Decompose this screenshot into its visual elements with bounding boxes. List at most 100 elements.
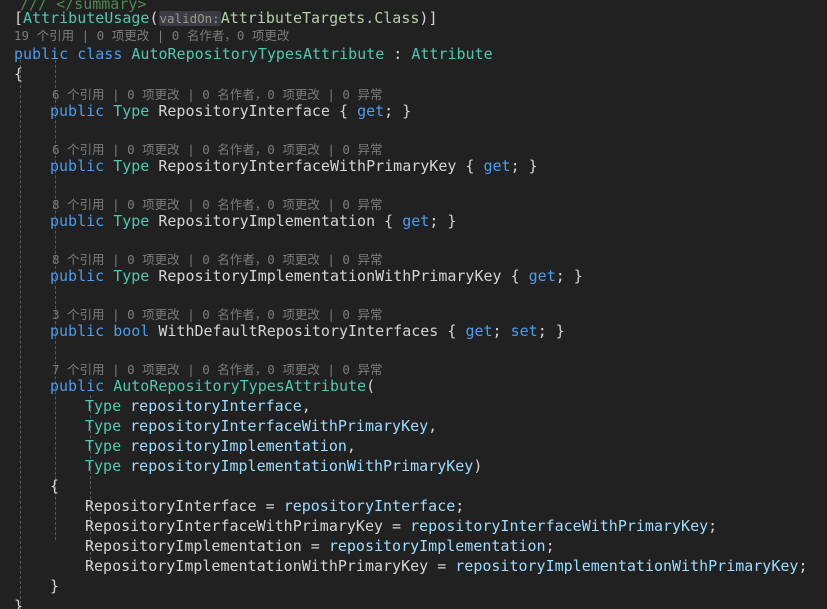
accessor-close-brace: }: [555, 322, 565, 340]
property-type: Type: [113, 157, 150, 175]
parameter-type: Type: [85, 457, 122, 475]
code-line-property-repository-interface[interactable]: public Type RepositoryInterface { get; }: [50, 101, 411, 121]
accessor-open-brace: {: [384, 212, 394, 230]
assignment-operator: =: [301, 537, 329, 555]
code-line-constructor-parameter[interactable]: Type repositoryImplementation,: [85, 436, 356, 456]
code-line-assignment[interactable]: RepositoryImplementationWithPrimaryKey =…: [85, 556, 807, 576]
parameter-trailing: ,: [301, 397, 311, 415]
property-type: Type: [113, 212, 150, 230]
assignment-value: repositoryInterfaceWithPrimaryKey: [410, 517, 709, 535]
property-name: RepositoryInterface: [158, 102, 330, 120]
attribute-argument: AttributeTargets.Class: [220, 9, 420, 27]
code-line-property-repository-implementation[interactable]: public Type RepositoryImplementation { g…: [50, 211, 456, 231]
accessor-open-brace: {: [465, 157, 475, 175]
property-name: RepositoryImplementation: [158, 212, 376, 230]
parameter-type: Type: [85, 417, 122, 435]
assignment-target: RepositoryImplementation: [85, 537, 302, 555]
code-line-property-repository-implementation-with-primary-key[interactable]: public Type RepositoryImplementationWith…: [50, 266, 583, 286]
class-base-type: Attribute: [411, 45, 493, 63]
attribute-open-paren: (: [149, 9, 159, 27]
code-line-constructor-parameter[interactable]: Type repositoryInterface,: [85, 396, 311, 416]
code-line-constructor-parameter[interactable]: Type repositoryInterfaceWithPrimaryKey,: [85, 416, 437, 436]
accessor-get: get: [528, 267, 556, 285]
code-line-class-close-brace[interactable]: }: [14, 596, 23, 609]
accessor-get-semicolon: ;: [510, 157, 520, 175]
property-modifier: public: [50, 322, 105, 340]
parameter-trailing: ,: [428, 417, 438, 435]
assignment-semicolon: ;: [708, 517, 718, 535]
property-modifier: public: [50, 157, 105, 175]
parameter-type: Type: [85, 397, 122, 415]
property-modifier: public: [50, 212, 105, 230]
property-type: Type: [113, 267, 150, 285]
assignment-target: RepositoryInterface: [85, 497, 257, 515]
accessor-close-brace: }: [528, 157, 538, 175]
parameter-name: repositoryInterfaceWithPrimaryKey: [130, 417, 429, 435]
accessor-open-brace: {: [339, 102, 349, 120]
assignment-target: RepositoryInterfaceWithPrimaryKey: [85, 517, 384, 535]
parameter-name: repositoryInterface: [130, 397, 302, 415]
code-line-assignment[interactable]: RepositoryInterfaceWithPrimaryKey = repo…: [85, 516, 717, 536]
parameter-name: repositoryImplementation: [130, 437, 347, 455]
parameter-type: Type: [85, 437, 122, 455]
property-name: RepositoryImplementationWithPrimaryKey: [158, 267, 502, 285]
attribute-open-bracket: [: [14, 9, 24, 27]
code-editor-viewport[interactable]: /// </summary> [AttributeUsage(validOn:A…: [0, 0, 827, 609]
attribute-name: AttributeUsage: [23, 9, 150, 27]
parameter-trailing: ,: [346, 437, 356, 455]
code-line-class-open-brace[interactable]: {: [14, 64, 23, 84]
class-keyword: class: [77, 45, 123, 63]
class-open-brace: {: [14, 65, 24, 83]
assignment-operator: =: [383, 517, 411, 535]
class-colon: :: [384, 45, 412, 63]
assignment-semicolon: ;: [545, 537, 555, 555]
property-modifier: public: [50, 267, 105, 285]
property-modifier: public: [50, 102, 105, 120]
constructor-open-paren: (: [366, 377, 376, 395]
code-line-constructor-open-brace[interactable]: {: [50, 476, 59, 496]
code-line-assignment[interactable]: RepositoryInterface = repositoryInterfac…: [85, 496, 464, 516]
accessor-get-semicolon: ;: [384, 102, 394, 120]
code-line-assignment[interactable]: RepositoryImplementation = repositoryImp…: [85, 536, 555, 556]
assignment-value: repositoryInterface: [283, 497, 456, 515]
property-name: RepositoryInterfaceWithPrimaryKey: [158, 157, 457, 175]
parameter-name: repositoryImplementationWithPrimaryKey: [130, 457, 474, 475]
code-line-class-declaration[interactable]: public class AutoRepositoryTypesAttribut…: [14, 44, 493, 64]
code-line-constructor-signature[interactable]: public AutoRepositoryTypesAttribute(: [50, 376, 375, 396]
assignment-target: RepositoryImplementationWithPrimaryKey: [85, 557, 429, 575]
assignment-semicolon: ;: [798, 557, 808, 575]
accessor-get-semicolon: ;: [492, 322, 502, 340]
constructor-name: AutoRepositoryTypesAttribute: [113, 377, 367, 395]
class-modifier: public: [14, 45, 69, 63]
assignment-operator: =: [256, 497, 284, 515]
code-text-layer: /// </summary> [AttributeUsage(validOn:A…: [0, 0, 827, 609]
constructor-modifier: public: [50, 377, 105, 395]
accessor-open-brace: {: [447, 322, 457, 340]
accessor-close-brace: }: [447, 212, 457, 230]
accessor-close-brace: }: [573, 267, 583, 285]
property-type: bool: [113, 322, 150, 340]
code-line-constructor-parameter[interactable]: Type repositoryImplementationWithPrimary…: [85, 456, 482, 476]
code-line-attribute[interactable]: [AttributeUsage(validOn:AttributeTargets…: [14, 8, 437, 28]
assignment-operator: =: [428, 557, 456, 575]
accessor-get: get: [357, 102, 385, 120]
accessor-get: get: [465, 322, 493, 340]
code-line-constructor-close-brace[interactable]: }: [50, 576, 59, 596]
class-close-brace: }: [14, 597, 24, 609]
assignment-semicolon: ;: [455, 497, 465, 515]
accessor-set-semicolon: ;: [537, 322, 547, 340]
property-name: WithDefaultRepositoryInterfaces: [158, 322, 439, 340]
assignment-value: repositoryImplementationWithPrimaryKey: [455, 557, 799, 575]
codelens-class[interactable]: 19 个引用 | 0 项更改 | 0 名作者，0 项更改: [14, 27, 289, 45]
class-name: AutoRepositoryTypesAttribute: [131, 45, 385, 63]
constructor-close-brace: }: [50, 577, 60, 595]
inlay-hint-validon[interactable]: validOn:: [158, 11, 221, 26]
accessor-get-semicolon: ;: [429, 212, 439, 230]
attribute-close-bracket: ]: [428, 9, 438, 27]
code-line-property-repository-interface-with-primary-key[interactable]: public Type RepositoryInterfaceWithPrima…: [50, 156, 538, 176]
accessor-get: get: [402, 212, 430, 230]
accessor-get-semicolon: ;: [555, 267, 565, 285]
code-line-property-with-default-repository-interfaces[interactable]: public bool WithDefaultRepositoryInterfa…: [50, 321, 565, 341]
property-type: Type: [113, 102, 150, 120]
constructor-open-brace: {: [50, 477, 60, 495]
